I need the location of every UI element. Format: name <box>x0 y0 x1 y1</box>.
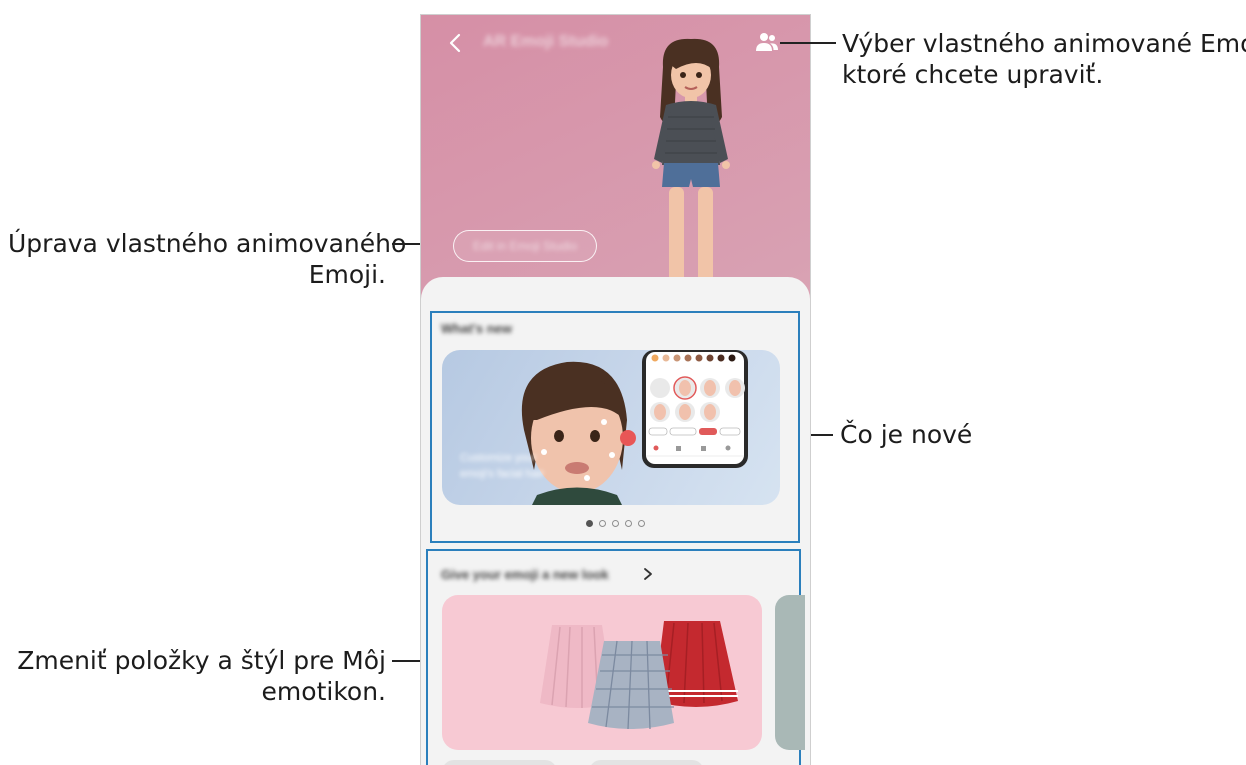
callout-select-emoji: Výber vlastného animované Emoji, ktoré c… <box>842 28 1246 90</box>
edit-emoji-button[interactable]: Edit in Emoji Studio <box>453 230 597 262</box>
edit-emoji-button-label: Edit in Emoji Studio <box>472 239 578 253</box>
page-dot[interactable] <box>599 520 606 527</box>
page-dot[interactable] <box>612 520 619 527</box>
phone-screen: AR Emoji Studio Edit in Emoji Studio Wha… <box>420 14 811 765</box>
callout-line: Úprava vlastného animovaného <box>8 229 407 258</box>
page-dot-active[interactable] <box>586 520 593 527</box>
page-dot[interactable] <box>625 520 632 527</box>
back-arrow-icon[interactable] <box>445 32 467 54</box>
chevron-right-icon[interactable] <box>642 567 654 581</box>
leader-line <box>780 42 836 44</box>
callout-line: Výber vlastného animované Emoji, <box>842 29 1246 58</box>
style-card-row2[interactable] <box>442 760 557 765</box>
callout-line: Čo je nové <box>840 420 973 449</box>
callout-line: Emoji. <box>308 260 386 289</box>
banner-text-line: Customize your <box>460 452 537 464</box>
avatar-figure[interactable] <box>636 37 746 312</box>
callout-edit-emoji: Úprava vlastného animovaného Emoji. <box>8 228 407 290</box>
whats-new-banner[interactable]: Customize your emoji's facial hair <box>442 350 780 505</box>
banner-text-line: emoji's facial hair <box>460 468 545 480</box>
callout-line: Zmeniť položky a štýl pre Môj <box>17 646 386 675</box>
skirts-illustration <box>540 621 738 730</box>
page-indicator <box>421 520 810 527</box>
app-title: AR Emoji Studio <box>483 33 609 50</box>
whats-new-title: What's new <box>441 321 512 336</box>
callout-line: ktoré chcete upraviť. <box>842 60 1104 89</box>
style-card-next[interactable] <box>775 595 805 750</box>
callout-change-style: Zmeniť položky a štýl pre Môj emotikon. <box>8 645 386 707</box>
people-icon[interactable] <box>755 31 779 53</box>
page-dot[interactable] <box>638 520 645 527</box>
banner-text: Customize your emoji's facial hair <box>460 450 544 482</box>
callout-whats-new: Čo je nové <box>840 419 972 450</box>
app-bar: AR Emoji Studio <box>421 15 810 71</box>
style-section-title[interactable]: Give your emoji a new look <box>441 567 609 582</box>
style-card-row2[interactable] <box>589 760 704 765</box>
style-card-skirts[interactable] <box>442 595 762 750</box>
callout-line: emotikon. <box>261 677 386 706</box>
